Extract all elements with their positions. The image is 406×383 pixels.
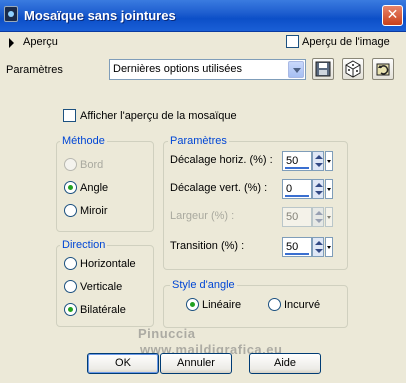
width-dropdown[interactable] [325, 207, 333, 227]
randomize-icon [345, 60, 361, 78]
transition-label: Transition (%) : [170, 240, 245, 252]
width-input[interactable]: 50 [282, 207, 312, 227]
transition-input[interactable]: 50 [282, 237, 312, 257]
style-incurve-label: Incurvé [284, 299, 321, 311]
dialog-window: Mosaïque sans jointures ✕ Aperçu Aperçu … [0, 0, 406, 383]
methode-bord-label: Bord [80, 159, 104, 171]
methode-angle-label: Angle [80, 182, 109, 194]
vert-offset-label: Décalage vert. (%) : [170, 182, 268, 194]
direction-title: Direction [60, 239, 108, 251]
ok-button[interactable]: OK [87, 353, 159, 374]
presets-select-value: Dernières options utilisées [113, 63, 243, 75]
style-incurve-radio[interactable] [268, 298, 281, 311]
reset-icon [376, 63, 390, 76]
randomize-button[interactable] [342, 58, 364, 80]
width-value: 50 [286, 211, 299, 223]
direction-bilaterale-radio[interactable] [64, 303, 77, 316]
methode-miroir-radio[interactable] [64, 204, 77, 217]
image-preview-label: Aperçu de l'image [302, 36, 390, 48]
mosaic-preview-label: Afficher l'aperçu de la mosaïque [80, 110, 237, 122]
mosaic-preview-checkbox[interactable] [63, 109, 76, 122]
title-bar[interactable]: Mosaïque sans jointures ✕ [0, 0, 406, 32]
methode-bord-radio[interactable] [64, 158, 77, 171]
methode-miroir-label: Miroir [80, 205, 108, 217]
direction-horizontale-label: Horizontale [80, 258, 136, 270]
vert-offset-dropdown[interactable] [325, 179, 333, 199]
close-button[interactable]: ✕ [382, 5, 403, 26]
window-title: Mosaïque sans jointures [24, 8, 176, 23]
save-preset-button[interactable] [312, 58, 334, 80]
style-lineaire-radio[interactable] [186, 298, 199, 311]
transition-value: 50 [286, 241, 299, 253]
style-lineaire-label: Linéaire [202, 299, 242, 311]
save-icon [315, 61, 331, 77]
direction-bilaterale-label: Bilatérale [80, 304, 126, 316]
width-spinner[interactable] [312, 207, 324, 227]
chevron-down-icon[interactable] [288, 61, 304, 78]
style-angle-title: Style d'angle [170, 279, 237, 291]
horiz-offset-input[interactable]: 50 [282, 151, 312, 171]
parametres-title: Paramètres [168, 135, 229, 147]
image-preview-checkbox[interactable] [286, 35, 299, 48]
app-icon [4, 6, 18, 22]
presets-select[interactable]: Dernières options utilisées [109, 59, 306, 80]
watermark-line1: Pinuccia [138, 326, 196, 341]
horiz-offset-spinner[interactable] [312, 151, 324, 171]
width-label: Largeur (%) : [170, 210, 235, 222]
direction-verticale-radio[interactable] [64, 280, 77, 293]
direction-verticale-label: Verticale [80, 281, 123, 293]
methode-title: Méthode [60, 135, 107, 147]
horiz-offset-value: 50 [286, 155, 299, 167]
presets-label: Paramètres [6, 64, 63, 76]
close-icon: ✕ [386, 7, 399, 23]
preview-toggle-label[interactable]: Aperçu [23, 36, 58, 48]
vert-offset-value: 0 [286, 183, 293, 195]
expand-triangle-icon[interactable] [9, 38, 14, 48]
horiz-offset-label: Décalage horiz. (%) : [170, 154, 273, 166]
transition-dropdown[interactable] [325, 237, 333, 257]
help-button[interactable]: Aide [249, 353, 321, 374]
vert-offset-spinner[interactable] [312, 179, 324, 199]
horiz-offset-dropdown[interactable] [325, 151, 333, 171]
methode-angle-radio[interactable] [64, 181, 77, 194]
vert-offset-input[interactable]: 0 [282, 179, 312, 199]
cancel-button[interactable]: Annuler [160, 353, 232, 374]
transition-spinner[interactable] [312, 237, 324, 257]
direction-horizontale-radio[interactable] [64, 257, 77, 270]
reset-button[interactable] [372, 58, 394, 80]
